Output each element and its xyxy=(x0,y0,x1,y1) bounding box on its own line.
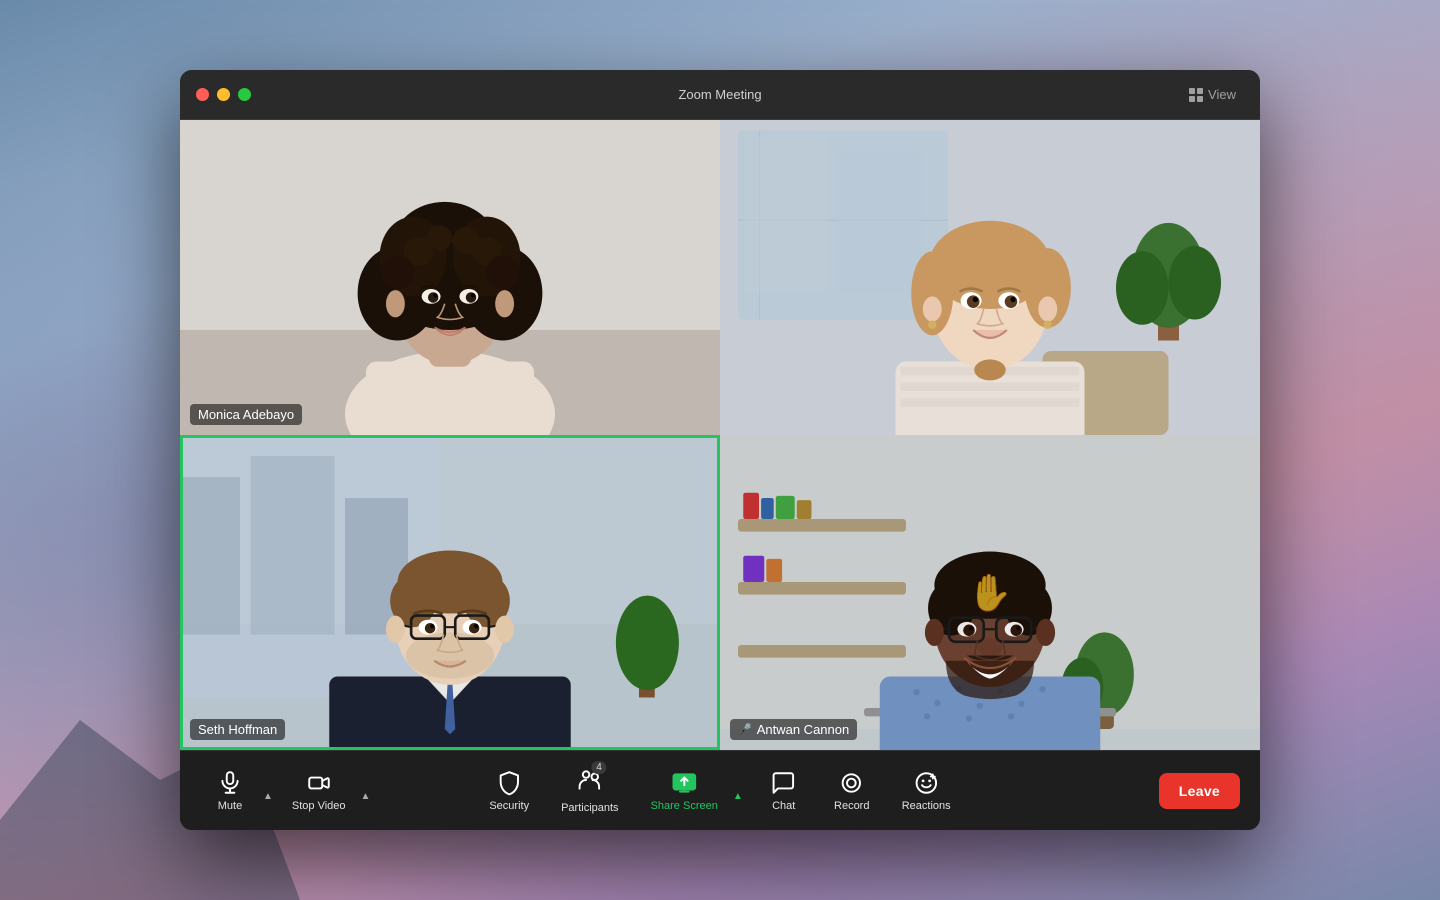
video-tile-antwan: ✋ 🎤 Antwan Cannon xyxy=(720,435,1260,750)
window-title: Zoom Meeting xyxy=(678,87,761,102)
video-tile-woman2 xyxy=(720,120,1260,435)
shield-icon xyxy=(496,770,522,796)
participants-button[interactable]: 4 Participants xyxy=(549,761,630,820)
raise-hand-reaction: ✋ xyxy=(968,572,1013,614)
video-tile-monica: Monica Adebayo xyxy=(180,120,720,435)
chat-label: Chat xyxy=(772,800,795,812)
toolbar-center: Security 4 Participants xyxy=(477,761,962,820)
record-icon xyxy=(839,770,865,796)
share-screen-button[interactable]: Share Screen xyxy=(639,764,730,818)
participant-name-seth: Seth Hoffman xyxy=(198,722,277,737)
participant-label-seth: Seth Hoffman xyxy=(190,719,285,740)
zoom-window: Zoom Meeting View xyxy=(180,70,1260,830)
mic-off-icon: 🎤 xyxy=(738,723,752,736)
video-grid: Monica Adebayo xyxy=(180,120,1260,750)
toolbar-right: Leave xyxy=(1159,773,1240,809)
leave-button[interactable]: Leave xyxy=(1159,773,1240,809)
chat-icon xyxy=(771,770,797,796)
share-screen-label: Share Screen xyxy=(651,800,718,812)
close-button[interactable] xyxy=(196,88,209,101)
participant-label-monica: Monica Adebayo xyxy=(190,404,302,425)
security-label: Security xyxy=(489,800,529,812)
participant-name-monica: Monica Adebayo xyxy=(198,407,294,422)
reactions-label: Reactions xyxy=(902,800,951,812)
traffic-lights xyxy=(196,88,251,101)
toolbar-left: Mute ▲ Stop Video ▲ xyxy=(200,764,373,818)
participant-label-antwan: 🎤 Antwan Cannon xyxy=(730,719,857,740)
mute-chevron[interactable]: ▲ xyxy=(260,775,276,806)
maximize-button[interactable] xyxy=(238,88,251,101)
stop-video-chevron[interactable]: ▲ xyxy=(358,775,374,806)
share-screen-icon xyxy=(671,770,697,796)
participants-label: Participants xyxy=(561,802,618,814)
mute-button[interactable]: Mute xyxy=(200,764,260,818)
mic-icon xyxy=(217,770,243,796)
mute-group: Mute ▲ xyxy=(200,764,276,818)
reactions-button[interactable]: Reactions xyxy=(890,764,963,818)
camera-icon xyxy=(306,770,332,796)
video-tile-seth: Seth Hoffman xyxy=(180,435,720,750)
chat-button[interactable]: Chat xyxy=(754,764,814,818)
participant-name-antwan: Antwan Cannon xyxy=(757,722,850,737)
mute-label: Mute xyxy=(218,800,242,812)
share-screen-chevron[interactable]: ▲ xyxy=(730,775,746,806)
record-label: Record xyxy=(834,800,869,812)
stop-video-group: Stop Video ▲ xyxy=(280,764,374,818)
stop-video-label: Stop Video xyxy=(292,800,346,812)
security-button[interactable]: Security xyxy=(477,764,541,818)
record-button[interactable]: Record xyxy=(822,764,882,818)
minimize-button[interactable] xyxy=(217,88,230,101)
view-label: View xyxy=(1208,87,1236,102)
grid-icon xyxy=(1189,88,1203,102)
participants-count: 4 xyxy=(591,761,607,774)
toolbar: Mute ▲ Stop Video ▲ xyxy=(180,750,1260,830)
view-button[interactable]: View xyxy=(1181,83,1244,106)
stop-video-button[interactable]: Stop Video xyxy=(280,764,358,818)
share-screen-group: Share Screen ▲ xyxy=(639,764,746,818)
title-bar: Zoom Meeting View xyxy=(180,70,1260,120)
reactions-icon xyxy=(913,770,939,796)
